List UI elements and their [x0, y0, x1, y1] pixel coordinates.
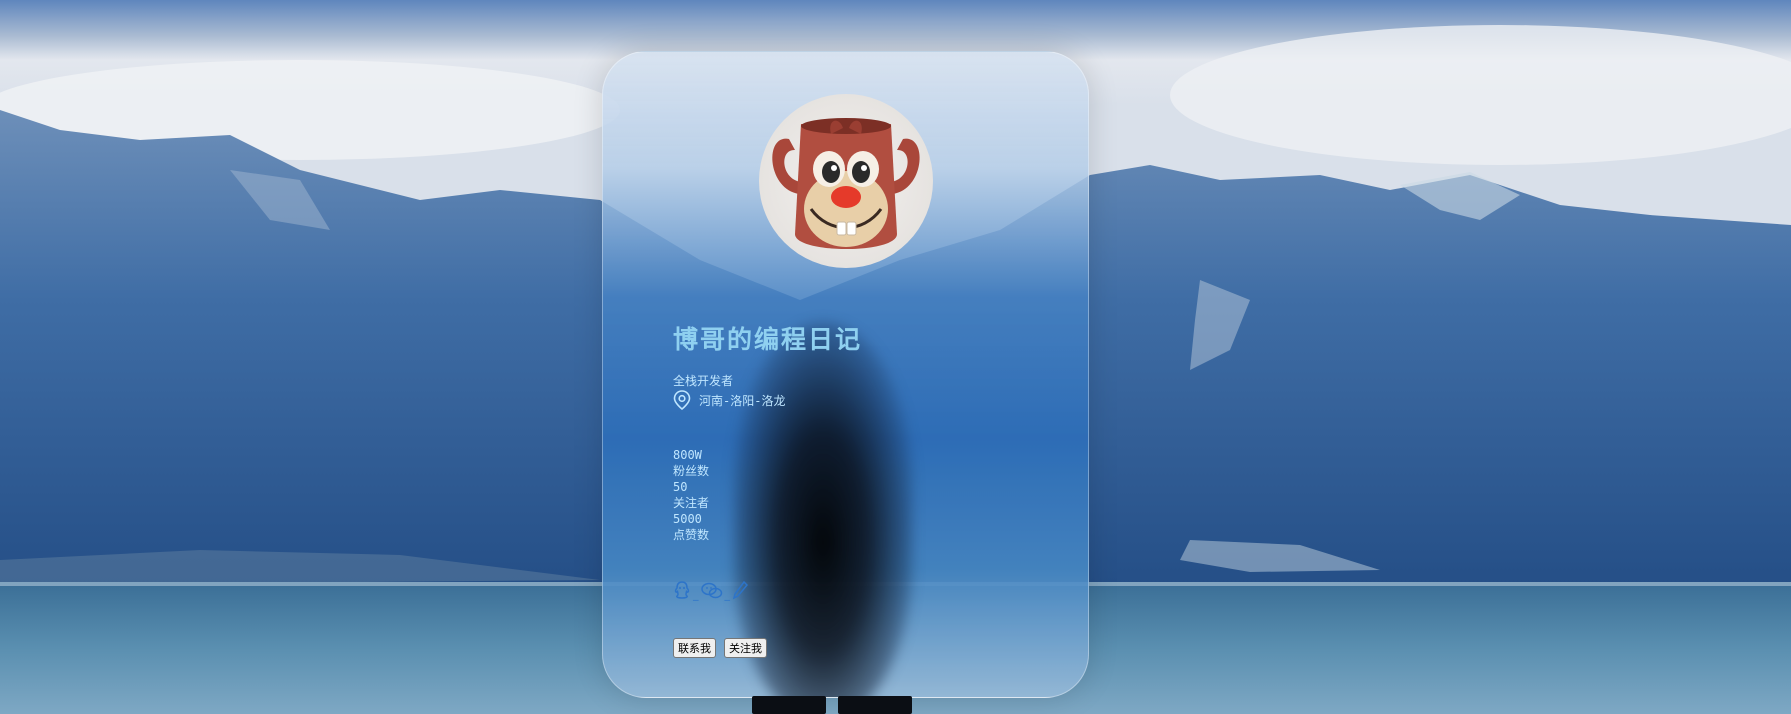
profile-card: 博哥的编程日记 全栈开发者 河南-洛阳-洛龙 800W 粉丝数 50 关注者 5…	[602, 51, 1089, 698]
role-text: 全栈开发者	[673, 374, 734, 388]
social-separator: _	[693, 588, 699, 601]
stat-likes-label: 点赞数	[673, 528, 710, 542]
action-buttons: 联系我 关注我	[673, 638, 767, 658]
follow-button[interactable]: 关注我	[724, 638, 767, 658]
location-row: 河南-洛阳-洛龙	[673, 390, 785, 410]
location-text: 河南-洛阳-洛龙	[699, 393, 786, 408]
contact-button[interactable]: 联系我	[673, 638, 716, 658]
stats-list: 800W 粉丝数 50 关注者 5000 点赞数	[673, 447, 709, 543]
figure-legs	[752, 696, 912, 714]
qq-icon[interactable]	[673, 580, 691, 600]
stat-likes-value: 5000	[673, 512, 702, 526]
wechat-icon[interactable]	[700, 582, 723, 600]
mug-avatar-icon	[772, 118, 920, 249]
pen-icon[interactable]	[732, 580, 748, 600]
social-separator: _	[724, 588, 731, 601]
stat-followers-label: 粉丝数	[673, 464, 710, 478]
stat-following-label: 关注者	[673, 496, 710, 510]
stat-followers-value: 800W	[673, 448, 702, 462]
avatar	[759, 94, 933, 268]
page-title: 博哥的编程日记	[673, 325, 863, 354]
stat-following-value: 50	[673, 480, 688, 494]
location-pin-icon	[673, 390, 691, 410]
social-links: _ _	[673, 580, 748, 600]
